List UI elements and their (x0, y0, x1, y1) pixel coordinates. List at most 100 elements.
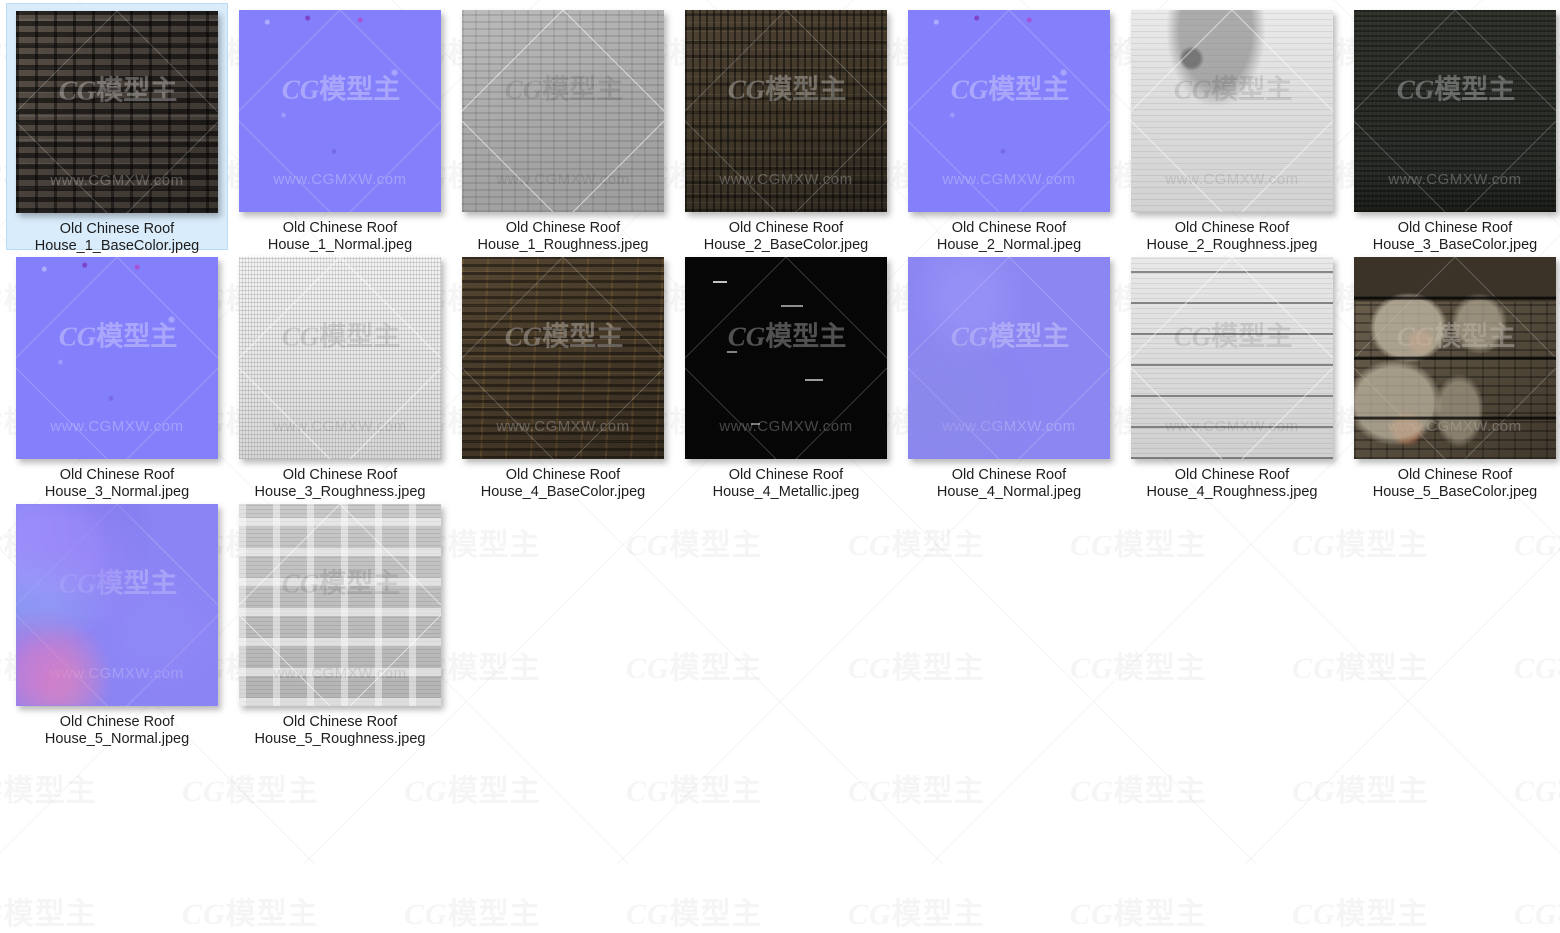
background-watermark: CG模型主 (404, 766, 541, 810)
thumbnail-watermark-url: www.CGMXW.com (50, 665, 184, 682)
thumbnail[interactable]: CG模型主 www.CGMXW.com (239, 10, 441, 212)
thumbnail-watermark-logo: CG模型主 (58, 568, 178, 600)
thumbnail[interactable]: CG模型主 www.CGMXW.com (685, 257, 887, 459)
file-name-label: Old Chinese Roof House_5_Roughness.jpeg (254, 714, 426, 747)
thumbnail-watermark-logo: CG模型主 (58, 75, 178, 107)
file-item[interactable]: CG模型主 www.CGMXW.com Old Chinese Roof House… (1121, 3, 1343, 253)
file-item[interactable]: CG模型主 www.CGMXW.com Old Chinese Roof House… (229, 497, 451, 747)
thumbnail-watermark-logo: CG模型主 (1396, 321, 1516, 353)
thumbnail[interactable]: CG模型主 www.CGMXW.com (16, 504, 218, 706)
thumbnail[interactable]: CG模型主 www.CGMXW.com (1354, 257, 1556, 459)
thumbnail-watermark-url: www.CGMXW.com (496, 171, 630, 188)
thumbnail-crosshatch-overlay (239, 10, 441, 212)
background-watermark: CG模型主 (848, 766, 985, 810)
file-item[interactable]: CG模型主 www.CGMXW.com Old Chinese Roof House… (229, 3, 451, 253)
texture-preview-image: CG模型主 www.CGMXW.com (1354, 257, 1556, 459)
file-item[interactable]: CG模型主 www.CGMXW.com Old Chinese Roof House… (6, 497, 228, 747)
file-name-label: Old Chinese Roof House_2_Normal.jpeg (936, 220, 1082, 253)
thumbnail-watermark-url: www.CGMXW.com (1165, 171, 1299, 188)
file-item[interactable]: CG模型主 www.CGMXW.com Old Chinese Roof House… (452, 250, 674, 500)
background-watermark: CG模型主 (1514, 766, 1560, 810)
thumbnail-watermark-url: www.CGMXW.com (273, 171, 407, 188)
thumbnail-watermark-logo: CG模型主 (1173, 74, 1293, 106)
file-item[interactable]: CG模型主 www.CGMXW.com Old Chinese Roof House… (675, 250, 897, 500)
background-watermark: CG模型主 (1070, 766, 1207, 810)
background-watermark: CG模型主 (1292, 766, 1429, 810)
file-name-label: Old Chinese Roof House_4_Roughness.jpeg (1146, 467, 1318, 500)
thumbnail-watermark-url: www.CGMXW.com (719, 418, 853, 435)
thumbnail-crosshatch-overlay (16, 257, 218, 459)
file-item[interactable]: CG模型主 www.CGMXW.com Old Chinese Roof House… (1344, 250, 1560, 500)
texture-preview-image: CG模型主 www.CGMXW.com (685, 10, 887, 212)
thumbnail[interactable]: CG模型主 www.CGMXW.com (239, 257, 441, 459)
file-item[interactable]: CG模型主 www.CGMXW.com Old Chinese Roof House… (1121, 250, 1343, 500)
background-watermark: CG模型主 (848, 889, 985, 933)
thumbnail[interactable]: CG模型主 www.CGMXW.com (908, 257, 1110, 459)
thumbnail-crosshatch-overlay (1354, 257, 1556, 459)
file-name-label: Old Chinese Roof House_5_Normal.jpeg (44, 714, 190, 747)
texture-preview-image: CG模型主 www.CGMXW.com (239, 504, 441, 706)
file-item[interactable]: CG模型主 www.CGMXW.com Old Chinese Roof House… (6, 250, 228, 500)
texture-preview-image: CG模型主 www.CGMXW.com (16, 11, 218, 213)
file-item-selected[interactable]: CG模型主 www.CGMXW.com Old Chinese Roof House… (6, 3, 228, 254)
thumbnail[interactable]: CG模型主 www.CGMXW.com (462, 257, 664, 459)
background-watermark: CG模型主 (404, 889, 541, 933)
thumbnail[interactable]: CG模型主 www.CGMXW.com (685, 10, 887, 212)
file-name-label: Old Chinese Roof House_2_Roughness.jpeg (1146, 220, 1318, 253)
thumbnail-watermark-url: www.CGMXW.com (496, 418, 630, 435)
background-watermark: CG模型主 (182, 766, 319, 810)
thumbnail-watermark-logo: CG模型主 (1173, 321, 1293, 353)
thumbnail[interactable]: CG模型主 www.CGMXW.com (239, 504, 441, 706)
file-name-label: Old Chinese Roof House_1_Roughness.jpeg (477, 220, 649, 253)
background-watermark: CG模型主 (1070, 889, 1207, 933)
texture-preview-image: CG模型主 www.CGMXW.com (239, 257, 441, 459)
background-watermark: CG模型主 (0, 889, 97, 933)
texture-preview-image: CG模型主 www.CGMXW.com (16, 504, 218, 706)
thumbnail[interactable]: CG模型主 www.CGMXW.com (908, 10, 1110, 212)
file-item[interactable]: CG模型主 www.CGMXW.com Old Chinese Roof House… (675, 3, 897, 253)
file-name-label: Old Chinese Roof House_3_Roughness.jpeg (254, 467, 426, 500)
file-name-label: Old Chinese Roof House_3_Normal.jpeg (44, 467, 190, 500)
thumbnail-crosshatch-overlay (908, 257, 1110, 459)
thumbnail-watermark-url: www.CGMXW.com (50, 172, 184, 189)
thumbnail[interactable]: CG模型主 www.CGMXW.com (462, 10, 664, 212)
thumbnail-watermark-logo: CG模型主 (504, 74, 624, 106)
background-watermark: CG模型主 (1292, 889, 1429, 933)
thumbnail-watermark-url: www.CGMXW.com (273, 418, 407, 435)
file-thumbnail-grid[interactable]: CG模型主 www.CGMXW.com Old Chinese Roof House… (0, 0, 1560, 747)
file-name-label: Old Chinese Roof House_3_BaseColor.jpeg (1372, 220, 1538, 253)
file-item[interactable]: CG模型主 www.CGMXW.com Old Chinese Roof House… (898, 250, 1120, 500)
thumbnail-watermark-logo: CG模型主 (281, 74, 401, 106)
file-item[interactable]: CG模型主 www.CGMXW.com Old Chinese Roof House… (1344, 3, 1560, 253)
texture-preview-image: CG模型主 www.CGMXW.com (1131, 257, 1333, 459)
texture-preview-image: CG模型主 www.CGMXW.com (462, 10, 664, 212)
thumbnail[interactable]: CG模型主 www.CGMXW.com (1131, 10, 1333, 212)
file-name-label: Old Chinese Roof House_2_BaseColor.jpeg (703, 220, 869, 253)
texture-preview-image: CG模型主 www.CGMXW.com (462, 257, 664, 459)
texture-preview-image: CG模型主 www.CGMXW.com (1354, 10, 1556, 212)
thumbnail-watermark-logo: CG模型主 (281, 568, 401, 600)
texture-preview-image: CG模型主 www.CGMXW.com (908, 257, 1110, 459)
texture-preview-image: CG模型主 www.CGMXW.com (16, 257, 218, 459)
background-watermark: CG模型主 (1514, 889, 1560, 933)
thumbnail[interactable]: CG模型主 www.CGMXW.com (1131, 257, 1333, 459)
thumbnail[interactable]: CG模型主 www.CGMXW.com (16, 11, 218, 213)
thumbnail-watermark-logo: CG模型主 (727, 321, 847, 353)
thumbnail-watermark-logo: CG模型主 (950, 74, 1070, 106)
file-item[interactable]: CG模型主 www.CGMXW.com Old Chinese Roof House… (229, 250, 451, 500)
file-name-label: Old Chinese Roof House_4_Normal.jpeg (936, 467, 1082, 500)
thumbnail-watermark-logo: CG模型主 (727, 74, 847, 106)
thumbnail-watermark-url: www.CGMXW.com (50, 418, 184, 435)
thumbnail-watermark-logo: CG模型主 (950, 321, 1070, 353)
thumbnail[interactable]: CG模型主 www.CGMXW.com (1354, 10, 1556, 212)
thumbnail-watermark-logo: CG模型主 (504, 321, 624, 353)
file-item[interactable]: CG模型主 www.CGMXW.com Old Chinese Roof House… (898, 3, 1120, 253)
thumbnail-watermark-logo: CG模型主 (281, 321, 401, 353)
file-name-label: Old Chinese Roof House_4_BaseColor.jpeg (480, 467, 646, 500)
texture-preview-image: CG模型主 www.CGMXW.com (239, 10, 441, 212)
thumbnail-watermark-url: www.CGMXW.com (1388, 171, 1522, 188)
thumbnail-watermark-url: www.CGMXW.com (1165, 418, 1299, 435)
file-item[interactable]: CG模型主 www.CGMXW.com Old Chinese Roof House… (452, 3, 674, 253)
thumbnail[interactable]: CG模型主 www.CGMXW.com (16, 257, 218, 459)
texture-preview-image: CG模型主 www.CGMXW.com (908, 10, 1110, 212)
